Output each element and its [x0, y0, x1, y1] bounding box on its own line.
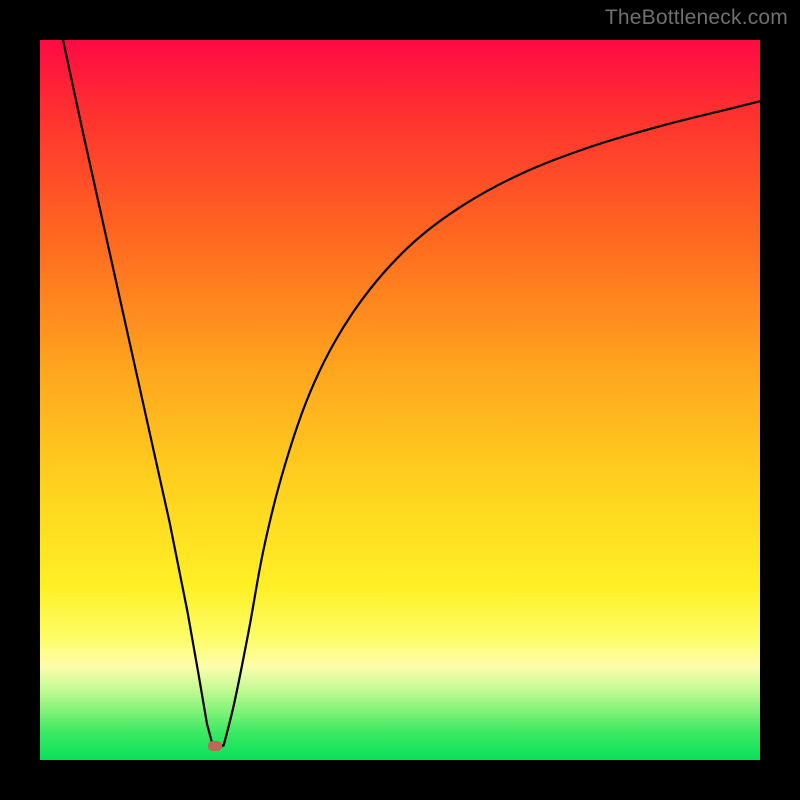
optimum-marker [208, 741, 222, 751]
watermark-text: TheBottleneck.com [605, 6, 788, 30]
plot-area [40, 40, 760, 760]
chart-frame: TheBottleneck.com [0, 0, 800, 800]
bottleneck-curve [40, 40, 760, 760]
